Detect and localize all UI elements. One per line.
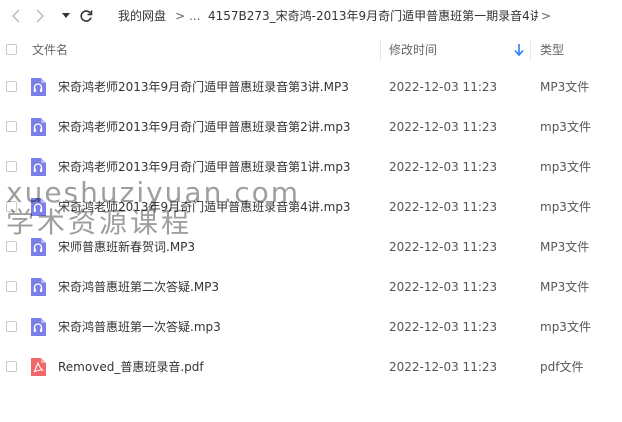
row-checkbox[interactable] [6,361,17,372]
file-type: MP3文件 [540,240,590,254]
column-divider[interactable] [530,40,531,60]
file-type: mp3文件 [540,120,591,134]
column-divider[interactable] [380,40,381,60]
row-checkbox[interactable] [6,81,17,92]
file-row[interactable]: 宋奇鸿普惠班第一次答疑.mp3 2022-12-03 11:23 mp3文件 [0,307,622,347]
breadcrumb-separator: > [175,9,186,23]
column-header-type[interactable]: 类型 [540,42,564,58]
breadcrumb-separator: > [541,9,552,23]
file-name[interactable]: 宋奇鸿老师2013年9月奇门遁甲普惠班录音第1讲.mp3 [58,159,351,175]
breadcrumb-root[interactable]: 我的网盘 [118,8,166,24]
file-row[interactable]: 宋奇鸿老师2013年9月奇门遁甲普惠班录音第4讲.mp3 2022-12-03 1… [0,187,622,227]
file-type: MP3文件 [540,280,590,294]
breadcrumb-ellipsis[interactable]: ... [189,8,200,24]
file-modified-time: 2022-12-03 11:23 [389,360,498,374]
column-header-name[interactable]: 文件名 [32,42,68,58]
file-name[interactable]: Removed_普惠班录音.pdf [58,359,204,375]
toolbar: 我的网盘 > ... 4157B273_宋奇鸿-2013年9月奇门遁甲普惠班第一… [0,0,622,32]
file-name[interactable]: 宋奇鸿老师2013年9月奇门遁甲普惠班录音第4讲.mp3 [58,199,351,215]
audio-file-icon [30,118,46,136]
column-header-row: 文件名 修改时间 类型 [0,38,622,62]
file-modified-time: 2022-12-03 11:23 [389,280,498,294]
refresh-icon[interactable] [76,6,96,26]
pdf-file-icon [30,358,46,376]
row-checkbox[interactable] [6,241,17,252]
file-type: mp3文件 [540,160,591,174]
column-header-time[interactable]: 修改时间 [389,42,437,58]
file-row[interactable]: 宋奇鸿老师2013年9月奇门遁甲普惠班录音第2讲.mp3 2022-12-03 1… [0,107,622,147]
file-name[interactable]: 宋奇鸿老师2013年9月奇门遁甲普惠班录音第3讲.MP3 [58,79,349,95]
file-type: MP3文件 [540,80,590,94]
file-row[interactable]: Removed_普惠班录音.pdf 2022-12-03 11:23 pdf文件 [0,347,622,387]
file-row[interactable]: 宋奇鸿老师2013年9月奇门遁甲普惠班录音第1讲.mp3 2022-12-03 1… [0,147,622,187]
file-name[interactable]: 宋师普惠班新春贺词.MP3 [58,239,195,255]
forward-arrow-icon[interactable] [30,6,50,26]
file-row[interactable]: 宋师普惠班新春贺词.MP3 2022-12-03 11:23 MP3文件 [0,227,622,267]
file-modified-time: 2022-12-03 11:23 [389,240,498,254]
file-modified-time: 2022-12-03 11:23 [389,80,498,94]
row-checkbox[interactable] [6,121,17,132]
row-checkbox[interactable] [6,161,17,172]
row-checkbox[interactable] [6,201,17,212]
file-name[interactable]: 宋奇鸿普惠班第一次答疑.mp3 [58,319,221,335]
audio-file-icon [30,238,46,256]
file-row[interactable]: 宋奇鸿老师2013年9月奇门遁甲普惠班录音第3讲.MP3 2022-12-03 1… [0,67,622,107]
back-arrow-icon[interactable] [6,6,26,26]
file-type: pdf文件 [540,360,584,374]
file-browser: 我的网盘 > ... 4157B273_宋奇鸿-2013年9月奇门遁甲普惠班第一… [0,0,622,422]
audio-file-icon [30,318,46,336]
file-modified-time: 2022-12-03 11:23 [389,320,498,334]
audio-file-icon [30,78,46,96]
file-type: mp3文件 [540,200,591,214]
file-name[interactable]: 宋奇鸿普惠班第二次答疑.MP3 [58,279,219,295]
file-row[interactable]: 宋奇鸿普惠班第二次答疑.MP3 2022-12-03 11:23 MP3文件 [0,267,622,307]
file-type: mp3文件 [540,320,591,334]
file-modified-time: 2022-12-03 11:23 [389,200,498,214]
sort-descending-icon[interactable] [513,43,525,57]
select-all-checkbox[interactable] [6,44,17,55]
breadcrumb-current[interactable]: 4157B273_宋奇鸿-2013年9月奇门遁甲普惠班第一期录音4讲 [208,8,538,24]
history-dropdown-icon[interactable] [56,6,76,26]
row-checkbox[interactable] [6,321,17,332]
file-modified-time: 2022-12-03 11:23 [389,120,498,134]
audio-file-icon [30,278,46,296]
file-modified-time: 2022-12-03 11:23 [389,160,498,174]
audio-file-icon [30,198,46,216]
audio-file-icon [30,158,46,176]
file-name[interactable]: 宋奇鸿老师2013年9月奇门遁甲普惠班录音第2讲.mp3 [58,119,351,135]
row-checkbox[interactable] [6,281,17,292]
